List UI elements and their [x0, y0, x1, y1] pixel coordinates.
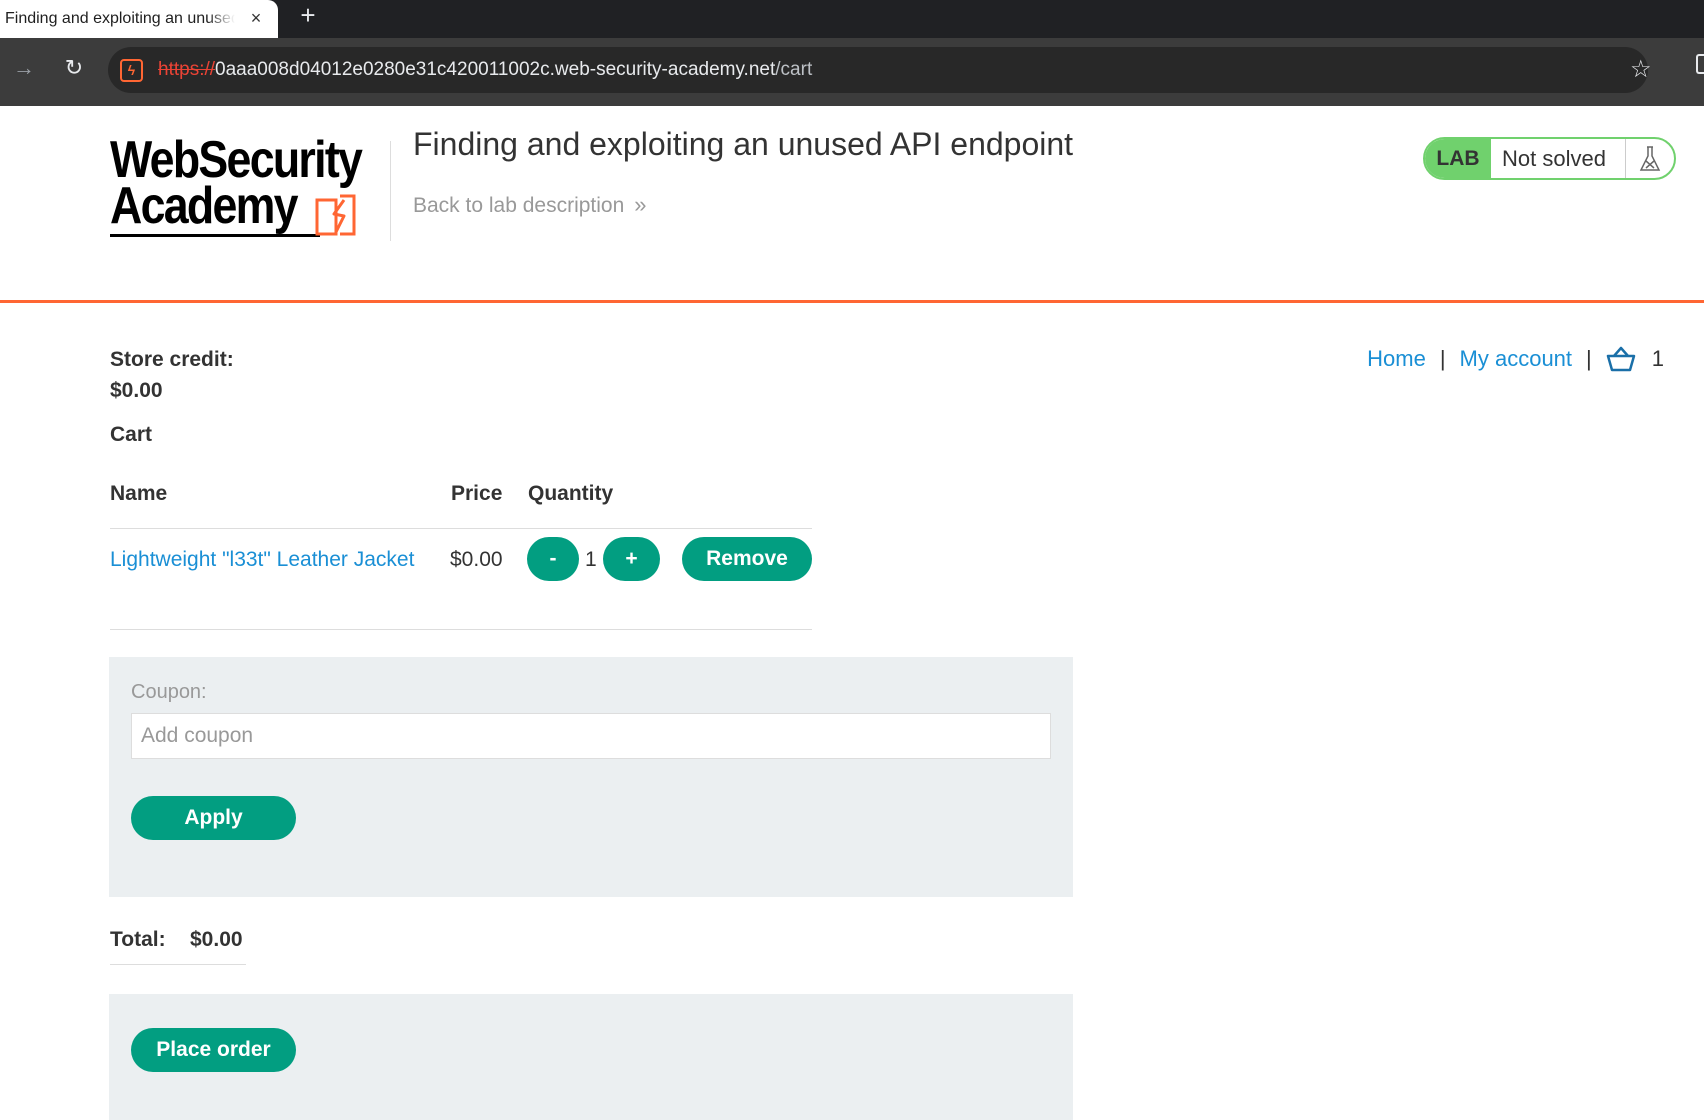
back-link-label: Back to lab description: [413, 194, 625, 217]
forward-icon[interactable]: →: [10, 54, 38, 82]
url-scheme: https://: [158, 59, 216, 80]
table-header-rule: [110, 528, 812, 529]
home-link[interactable]: Home: [1367, 346, 1426, 372]
new-tab-icon[interactable]: +: [293, 1, 323, 31]
nav-separator: |: [1439, 346, 1446, 371]
web-security-academy-logo[interactable]: WebSecurity Academy: [110, 131, 390, 237]
cart-basket-icon[interactable]: [1606, 346, 1636, 372]
my-account-link[interactable]: My account: [1460, 346, 1573, 372]
logo-underline: [110, 234, 320, 237]
url-host: 0aaa008d04012e0280e31c420011002c.web-sec…: [215, 59, 776, 80]
store-credit-value: $0.00: [110, 379, 163, 402]
decrease-quantity-button[interactable]: -: [527, 537, 579, 581]
browser-toolbar: → ↻ ϟ https://0aaa008d04012e0280e31c4200…: [0, 38, 1704, 106]
nav-separator: |: [1586, 346, 1592, 371]
cart-count: 1: [1651, 346, 1664, 371]
total-label: Total:: [110, 928, 166, 951]
column-header-name: Name: [110, 482, 168, 505]
extension-icon[interactable]: [1696, 54, 1704, 74]
apply-coupon-button[interactable]: Apply: [131, 796, 296, 840]
cart-heading: Cart: [110, 423, 153, 446]
product-price: $0.00: [450, 548, 503, 571]
total-rule: [110, 964, 246, 965]
flask-icon: [1626, 139, 1674, 178]
back-to-lab-link[interactable]: Back to lab description »: [413, 192, 647, 218]
store-credit-label: Store credit:: [110, 348, 234, 371]
coupon-input[interactable]: [131, 713, 1051, 759]
increase-quantity-button[interactable]: +: [603, 537, 660, 581]
url-path: /cart: [775, 59, 813, 80]
header-rule: [0, 300, 1704, 303]
chevron-right-icon: »: [634, 192, 646, 217]
site-info-icon[interactable]: ϟ: [120, 59, 143, 82]
column-header-quantity: Quantity: [528, 482, 614, 505]
product-link[interactable]: Lightweight "l33t" Leather Jacket: [110, 548, 414, 572]
place-order-button[interactable]: Place order: [131, 1028, 296, 1072]
logo-bolt-icon: [315, 194, 356, 236]
table-row-rule: [110, 629, 812, 630]
header-divider: [390, 141, 391, 241]
reload-icon[interactable]: ↻: [60, 54, 88, 82]
coupon-label: Coupon:: [131, 681, 207, 703]
bookmark-star-icon[interactable]: ☆: [1630, 57, 1652, 83]
lab-status-text: Not solved: [1491, 139, 1626, 178]
place-order-form: Place order: [109, 994, 1073, 1120]
tab-title: Finding and exploiting an unused API end…: [5, 10, 235, 27]
browser-tab-bar: Finding and exploiting an unused API end…: [0, 0, 1704, 38]
total-value: $0.00: [190, 928, 243, 951]
lab-title: Finding and exploiting an unused API end…: [413, 126, 1074, 162]
quantity-value: 1: [585, 548, 597, 571]
address-bar[interactable]: ϟ https://0aaa008d04012e0280e31c42001100…: [108, 47, 1652, 93]
coupon-form: Coupon: Apply: [109, 657, 1073, 897]
page-content: WebSecurity Academy Finding and exploiti…: [0, 106, 1704, 1120]
close-tab-icon[interactable]: ×: [246, 8, 266, 28]
column-header-price: Price: [451, 482, 503, 505]
browser-tab-active[interactable]: Finding and exploiting an unused API end…: [0, 0, 278, 38]
top-navigation: Home | My account | 1: [1367, 346, 1664, 372]
lab-status-widget: LAB Not solved: [1423, 137, 1676, 180]
url-text[interactable]: https://0aaa008d04012e0280e31c420011002c…: [158, 59, 812, 81]
lab-badge: LAB: [1425, 139, 1491, 178]
remove-item-button[interactable]: Remove: [682, 537, 812, 581]
logo-text-line2: Academy: [110, 177, 299, 235]
